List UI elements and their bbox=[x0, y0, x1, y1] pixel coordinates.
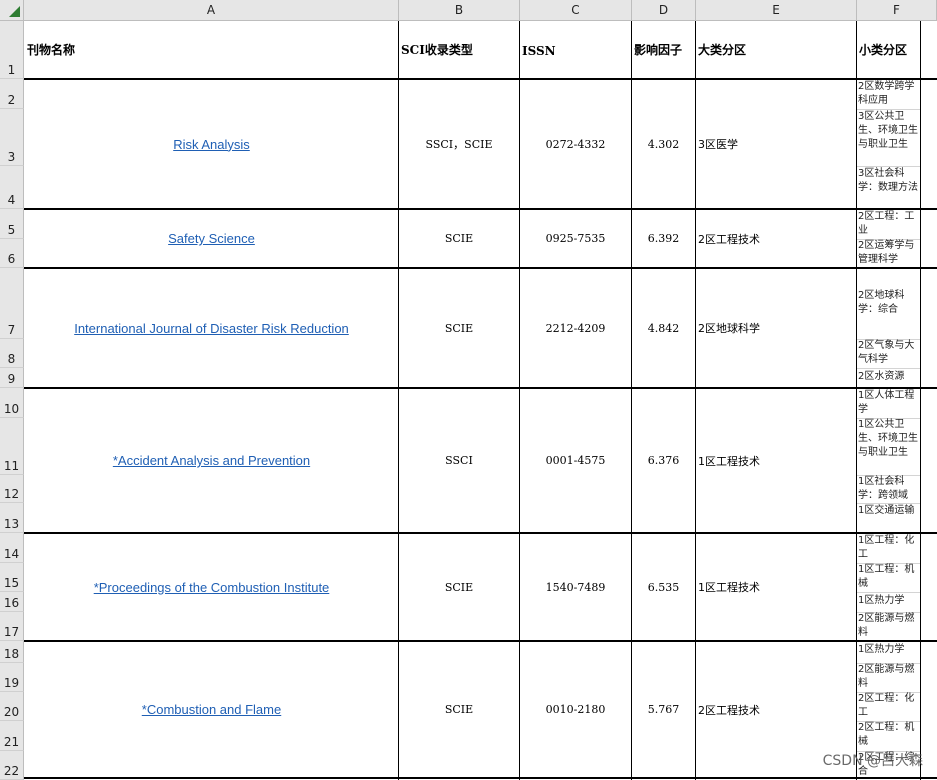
gridline bbox=[857, 368, 920, 369]
minor-category-cell[interactable]: 1区交通运输 bbox=[858, 504, 920, 532]
minor-category-cell[interactable]: 2区地球科学：综合 bbox=[858, 289, 920, 329]
journal-link[interactable]: *Combustion and Flame bbox=[142, 702, 281, 717]
row-header-1[interactable]: 1 bbox=[0, 21, 24, 79]
column-header-e[interactable]: E bbox=[696, 0, 857, 21]
row-header-5[interactable]: 5 bbox=[0, 209, 24, 239]
row-header-17[interactable]: 17 bbox=[0, 612, 24, 641]
journal-name-cell: *Accident Analysis and Prevention bbox=[25, 389, 398, 532]
major-category-cell[interactable]: 1区工程技术 bbox=[696, 389, 856, 532]
minor-category-cell[interactable]: 2区水资源 bbox=[858, 370, 920, 386]
row-header-19[interactable]: 19 bbox=[0, 663, 24, 692]
sci-type-cell[interactable]: SSCI bbox=[399, 389, 519, 532]
minor-category-cell[interactable]: 2区能源与燃料 bbox=[858, 612, 920, 640]
row-header-20[interactable]: 20 bbox=[0, 692, 24, 721]
select-all-triangle-icon bbox=[9, 6, 20, 17]
row-header-8[interactable]: 8 bbox=[0, 339, 24, 368]
minor-category-cell[interactable]: 3区公共卫生、环境卫生与职业卫生 bbox=[858, 110, 920, 166]
journal-name-cell: *Proceedings of the Combustion Institute bbox=[25, 534, 398, 640]
minor-category-cell[interactable]: 2区数学跨学科应用 bbox=[858, 80, 920, 108]
journal-link[interactable]: Safety Science bbox=[168, 231, 255, 246]
header-impact-factor[interactable]: 影响因子 bbox=[632, 21, 695, 78]
sci-type-cell[interactable]: SCIE bbox=[399, 269, 519, 387]
minor-category-cell[interactable]: 1区热力学 bbox=[858, 594, 920, 610]
issn-cell[interactable]: 0925-7535 bbox=[520, 210, 631, 267]
row-header-10[interactable]: 10 bbox=[0, 388, 24, 418]
major-category-cell[interactable]: 2区地球科学 bbox=[696, 269, 856, 387]
minor-category-cell[interactable]: 1区公共卫生、环境卫生与职业卫生 bbox=[858, 418, 920, 474]
select-all-corner[interactable] bbox=[0, 0, 24, 21]
minor-category-cell[interactable]: 2区工程：工业 bbox=[858, 210, 920, 238]
row-header-22[interactable]: 22 bbox=[0, 751, 24, 780]
major-category-cell[interactable]: 2区工程技术 bbox=[696, 210, 856, 267]
impact-factor-cell[interactable]: 4.302 bbox=[632, 80, 695, 208]
column-border bbox=[920, 21, 921, 780]
journal-name-cell: International Journal of Disaster Risk R… bbox=[25, 269, 398, 387]
row-header-9[interactable]: 9 bbox=[0, 368, 24, 388]
journal-name-cell: Safety Science bbox=[25, 210, 398, 267]
major-category-cell[interactable]: 3区医学 bbox=[696, 80, 856, 208]
journal-link[interactable]: International Journal of Disaster Risk R… bbox=[74, 321, 349, 336]
journal-link[interactable]: *Accident Analysis and Prevention bbox=[113, 453, 310, 468]
journal-name-cell: Risk Analysis bbox=[25, 80, 398, 208]
spreadsheet[interactable]: A B C D E F 1 2 3 4 5 6 7 8 9 10 11 12 1… bbox=[0, 0, 937, 780]
impact-factor-cell[interactable]: 5.767 bbox=[632, 642, 695, 777]
header-issn[interactable]: ISSN bbox=[520, 21, 631, 78]
journal-link[interactable]: Risk Analysis bbox=[173, 137, 250, 152]
impact-factor-cell[interactable]: 6.376 bbox=[632, 389, 695, 532]
minor-category-cell[interactable]: 1区工程：化工 bbox=[858, 534, 920, 562]
sci-type-cell[interactable]: SCIE bbox=[399, 534, 519, 640]
row-header-14[interactable]: 14 bbox=[0, 533, 24, 563]
row-header-3[interactable]: 3 bbox=[0, 109, 24, 166]
sci-type-cell[interactable]: SCIE bbox=[399, 642, 519, 777]
issn-cell[interactable]: 0272-4332 bbox=[520, 80, 631, 208]
journal-link[interactable]: *Proceedings of the Combustion Institute bbox=[94, 580, 330, 595]
row-border bbox=[24, 777, 937, 779]
issn-cell[interactable]: 0001-4575 bbox=[520, 389, 631, 532]
column-header-d[interactable]: D bbox=[632, 0, 696, 21]
minor-category-cell[interactable]: 1区工程：机械 bbox=[858, 563, 920, 591]
row-header-7[interactable]: 7 bbox=[0, 268, 24, 339]
minor-category-cell[interactable]: 1区热力学 bbox=[858, 643, 920, 661]
row-header-6[interactable]: 6 bbox=[0, 239, 24, 268]
column-header-f[interactable]: F bbox=[857, 0, 937, 21]
issn-cell[interactable]: 1540-7489 bbox=[520, 534, 631, 640]
impact-factor-cell[interactable]: 6.392 bbox=[632, 210, 695, 267]
column-header-b[interactable]: B bbox=[399, 0, 520, 21]
minor-category-cell[interactable]: 2区工程：机械 bbox=[858, 721, 920, 749]
column-header-a[interactable]: A bbox=[24, 0, 399, 21]
sci-type-cell[interactable]: SSCI，SCIE bbox=[399, 80, 519, 208]
sci-type-cell[interactable]: SCIE bbox=[399, 210, 519, 267]
row-header-18[interactable]: 18 bbox=[0, 641, 24, 663]
row-header-16[interactable]: 16 bbox=[0, 592, 24, 612]
column-header-c[interactable]: C bbox=[520, 0, 632, 21]
header-sci-type[interactable]: SCI收录类型 bbox=[399, 21, 519, 78]
column-border bbox=[856, 21, 857, 780]
row-header-15[interactable]: 15 bbox=[0, 563, 24, 592]
issn-cell[interactable]: 0010-2180 bbox=[520, 642, 631, 777]
impact-factor-cell[interactable]: 4.842 bbox=[632, 269, 695, 387]
header-major-category[interactable]: 大类分区 bbox=[696, 21, 856, 78]
row-header-4[interactable]: 4 bbox=[0, 166, 24, 209]
minor-category-cell[interactable]: 2区工程：化工 bbox=[858, 692, 920, 720]
major-category-cell[interactable]: 1区工程技术 bbox=[696, 534, 856, 640]
row-header-2[interactable]: 2 bbox=[0, 79, 24, 109]
minor-category-cell[interactable]: 1区社会科学：跨领域 bbox=[858, 475, 920, 503]
impact-factor-cell[interactable]: 6.535 bbox=[632, 534, 695, 640]
minor-category-cell[interactable]: 2区运筹学与管理科学 bbox=[858, 239, 920, 267]
journal-name-cell: *Combustion and Flame bbox=[25, 642, 398, 777]
watermark: CSDN @吕大森 bbox=[822, 753, 923, 769]
row-header-11[interactable]: 11 bbox=[0, 418, 24, 475]
minor-category-cell[interactable]: 3区社会科学：数理方法 bbox=[858, 167, 920, 207]
minor-category-cell[interactable]: 1区人体工程学 bbox=[858, 389, 920, 417]
minor-category-cell[interactable]: 2区气象与大气科学 bbox=[858, 339, 920, 367]
row-header-13[interactable]: 13 bbox=[0, 503, 24, 533]
header-journal-name[interactable]: 刊物名称 bbox=[25, 21, 398, 78]
issn-cell[interactable]: 2212-4209 bbox=[520, 269, 631, 387]
header-minor-category[interactable]: 小类分区 bbox=[857, 21, 920, 78]
minor-category-cell[interactable]: 2区能源与燃料 bbox=[858, 663, 920, 691]
gridline bbox=[857, 592, 920, 593]
row-header-12[interactable]: 12 bbox=[0, 475, 24, 503]
row-header-21[interactable]: 21 bbox=[0, 721, 24, 751]
